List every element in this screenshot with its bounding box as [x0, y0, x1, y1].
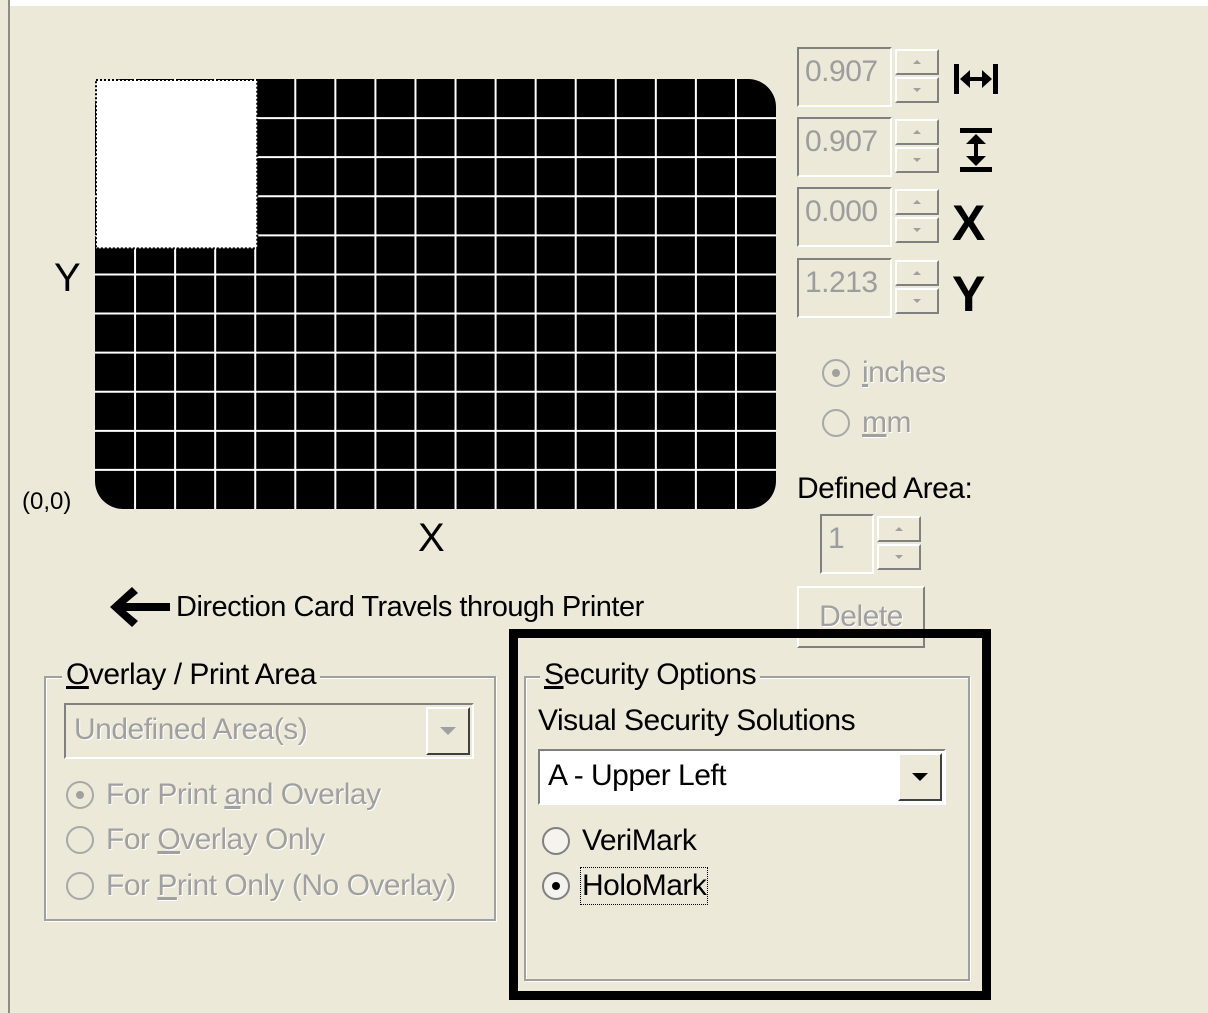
height-arrows-icon	[960, 128, 992, 172]
direction-text: Direction Card Travels through Printer	[176, 590, 644, 623]
defined-area-rect	[95, 79, 259, 250]
option-label: For Overlay Only	[106, 823, 325, 856]
x-position-input[interactable]: 0.000	[797, 187, 892, 247]
radio-indicator	[66, 826, 94, 854]
left-arrow-icon	[110, 587, 170, 627]
height-input[interactable]: 0.907	[797, 117, 892, 177]
x-position-label: X	[952, 195, 986, 251]
overlay-area-select[interactable]: Undefined Area(s)	[64, 703, 474, 759]
mm-label: mm	[862, 406, 912, 439]
radio-indicator	[66, 872, 94, 900]
chevron-down-icon[interactable]	[426, 707, 470, 755]
y-position-label: Y	[952, 266, 986, 322]
width-spin-up[interactable]	[895, 49, 939, 75]
inches-label: inches	[862, 356, 946, 389]
units-inches-radio[interactable]: inches	[822, 356, 946, 390]
defined-area-spin-down[interactable]	[877, 544, 921, 570]
for-print-and-overlay-radio[interactable]: For Print and Overlay	[66, 778, 381, 812]
origin-label: (0,0)	[22, 488, 72, 515]
units-mm-radio[interactable]: mm	[822, 406, 912, 440]
option-label: For Print Only (No Overlay)	[106, 869, 456, 902]
height-spinner[interactable]: 0.907	[797, 117, 945, 177]
x-spin-up[interactable]	[895, 189, 939, 215]
defined-area-spinner[interactable]: 1	[820, 514, 928, 574]
width-spin-down[interactable]	[895, 77, 939, 103]
left-divider	[8, 0, 10, 1013]
card-preview[interactable]	[95, 79, 776, 509]
radio-indicator	[66, 781, 94, 809]
radio-indicator	[822, 409, 850, 437]
x-spin-down[interactable]	[895, 217, 939, 243]
for-overlay-only-radio[interactable]: For Overlay Only	[66, 823, 325, 857]
width-input[interactable]: 0.907	[797, 47, 892, 107]
y-position-spinner[interactable]: 1.213	[797, 258, 945, 318]
defined-area-input[interactable]: 1	[820, 514, 874, 574]
radio-indicator	[822, 359, 850, 387]
y-position-input[interactable]: 1.213	[797, 258, 892, 318]
top-edge	[10, 0, 1208, 6]
width-spinner[interactable]: 0.907	[797, 47, 945, 107]
height-spin-up[interactable]	[895, 119, 939, 145]
height-spin-down[interactable]	[895, 147, 939, 173]
width-arrows-icon	[954, 64, 998, 94]
y-axis-label: Y	[54, 256, 81, 300]
card-grid-svg	[95, 79, 776, 509]
for-print-only-radio[interactable]: For Print Only (No Overlay)	[66, 869, 456, 903]
defined-area-spin-up[interactable]	[877, 516, 921, 542]
overlay-area-value: Undefined Area(s)	[74, 713, 308, 746]
x-position-spinner[interactable]: 0.000	[797, 187, 945, 247]
option-label: For Print and Overlay	[106, 778, 381, 811]
defined-area-label: Defined Area:	[797, 472, 973, 505]
y-spin-down[interactable]	[895, 288, 939, 314]
direction-indicator: Direction Card Travels through Printer	[106, 585, 644, 629]
x-axis-label: X	[418, 516, 445, 560]
security-options-highlight	[509, 629, 991, 1000]
overlay-print-area-title: Overlay / Print Area	[62, 660, 321, 690]
y-spin-up[interactable]	[895, 260, 939, 286]
